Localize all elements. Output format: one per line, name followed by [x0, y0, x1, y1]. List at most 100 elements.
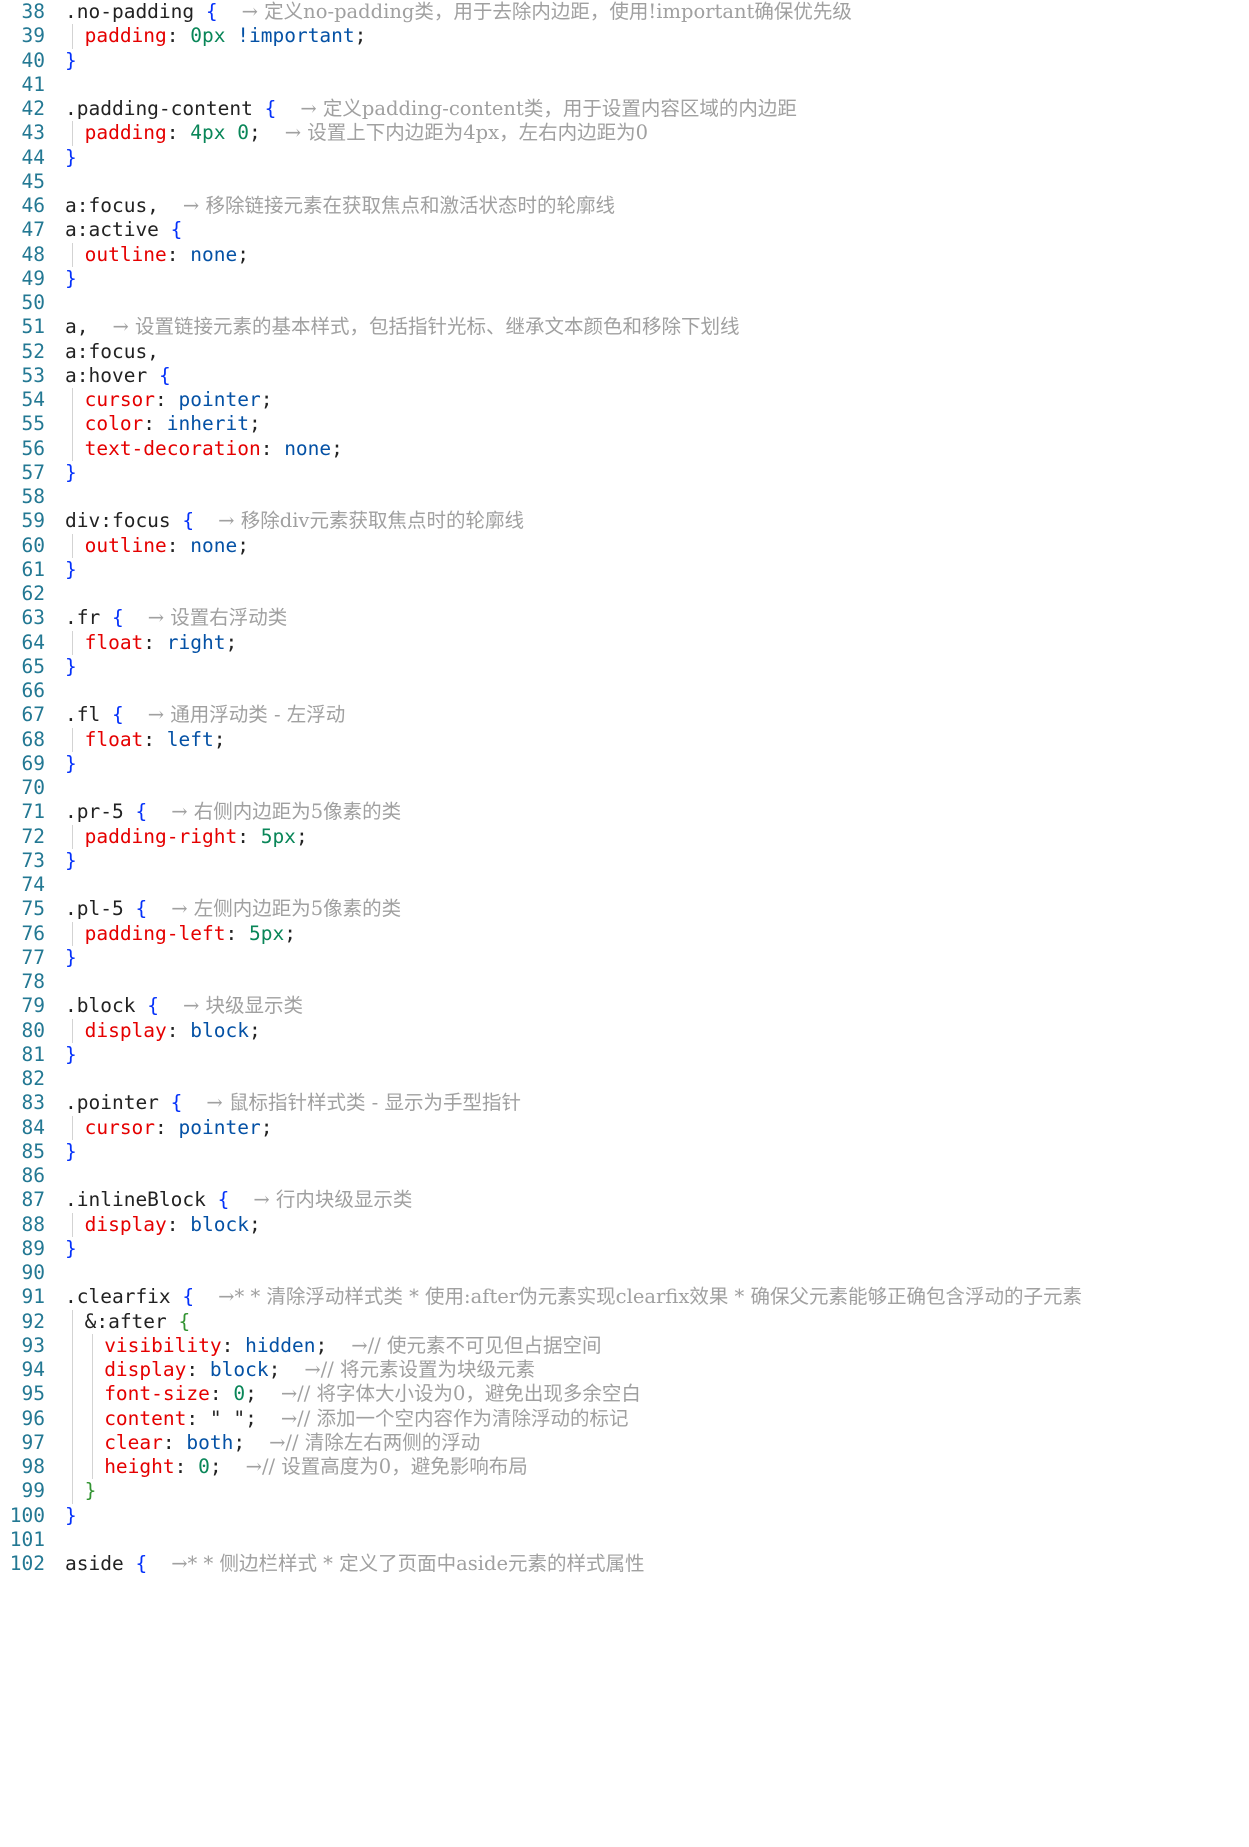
code-token: { — [170, 1091, 183, 1115]
code-line[interactable]: 60 outline: none; — [0, 534, 1249, 558]
code-token: ; — [295, 824, 308, 848]
code-text: outline: none; — [85, 534, 249, 558]
inline-comment: →// 将字体大小设为0，避免出现多余空白 — [280, 1382, 641, 1406]
code-line[interactable]: 98 height: 0; →// 设置高度为0，避免影响布局 — [0, 1455, 1249, 1479]
code-line[interactable]: 66 — [0, 679, 1249, 703]
code-line[interactable]: 79 .block {→ 块级显示类 — [0, 994, 1249, 1018]
code-line[interactable]: 97 clear: both; →// 清除左右两侧的浮动 — [0, 1431, 1249, 1455]
code-line[interactable]: 65} — [0, 655, 1249, 679]
code-line[interactable]: 63 .fr {→ 设置右浮动类 — [0, 606, 1249, 630]
code-line[interactable]: 78 — [0, 970, 1249, 994]
code-text: } — [65, 49, 77, 73]
code-line[interactable]: 42 .padding-content {→ 定义padding-content类… — [0, 97, 1249, 121]
code-line[interactable]: 71 .pr-5 {→ 右侧内边距为5像素的类 — [0, 800, 1249, 824]
code-line[interactable]: 81} — [0, 1043, 1249, 1067]
code-line[interactable]: 82 — [0, 1067, 1249, 1091]
code-line[interactable]: 69} — [0, 752, 1249, 776]
code-line[interactable]: 61} — [0, 558, 1249, 582]
code-line[interactable]: 77} — [0, 946, 1249, 970]
code-line[interactable]: 56 text-decoration: none; — [0, 437, 1249, 461]
code-token: ; — [315, 1333, 328, 1357]
indent-guide — [91, 1333, 93, 1480]
inline-comment: → 行内块级显示类 — [253, 1188, 413, 1212]
inline-comment: →// 清除左右两侧的浮动 — [269, 1430, 481, 1454]
code-line[interactable]: 100} — [0, 1504, 1249, 1528]
code-token: : — [166, 121, 191, 145]
code-editor[interactable]: 38 .no-padding {→ 定义no-padding类，用于去除内边距，使… — [0, 0, 1249, 1847]
code-token: : — [186, 1358, 210, 1381]
code-line[interactable]: 84 cursor: pointer; — [0, 1116, 1249, 1140]
code-line[interactable]: 49} — [0, 267, 1249, 291]
code-line[interactable]: 85} — [0, 1140, 1249, 1164]
code-line[interactable]: 89} — [0, 1237, 1249, 1261]
code-line[interactable]: 40} — [0, 49, 1249, 73]
code-line[interactable]: 101 — [0, 1528, 1249, 1552]
code-text: .padding-content {→ 定义padding-content类，用… — [65, 97, 797, 121]
code-token: } — [65, 848, 77, 872]
line-number: 81 — [21, 1042, 45, 1066]
code-token: !important — [237, 24, 355, 48]
code-line[interactable]: 74 — [0, 873, 1249, 897]
code-line[interactable]: 39 padding: 0px !important; — [0, 24, 1249, 48]
code-line[interactable]: 47 a:active { — [0, 218, 1249, 242]
code-line[interactable]: 46 a:focus, → 移除链接元素在获取焦点和激活状态时的轮廓线 — [0, 194, 1249, 218]
code-line[interactable]: 92 &:after { — [0, 1310, 1249, 1334]
line-number: 72 — [21, 824, 45, 848]
code-text: a:active { — [65, 218, 182, 242]
code-line[interactable]: 45 — [0, 170, 1249, 194]
code-line[interactable]: 88 display: block; — [0, 1213, 1249, 1237]
code-line[interactable]: 38 .no-padding {→ 定义no-padding类，用于去除内边距，使… — [0, 0, 1249, 24]
code-line[interactable]: 73} — [0, 849, 1249, 873]
code-line[interactable]: 72 padding-right: 5px; — [0, 825, 1249, 849]
code-token: { — [170, 218, 183, 242]
code-line[interactable]: 75 .pl-5 {→ 左侧内边距为5像素的类 — [0, 897, 1249, 921]
inline-comment: →* * 侧边栏样式 * 定义了页面中aside元素的样式属性 — [171, 1552, 645, 1575]
code-line[interactable]: 51 a, → 设置链接元素的基本样式，包括指针光标、继承文本颜色和移除下划线 — [0, 315, 1249, 339]
code-line[interactable]: 93 visibility: hidden; →// 使元素不可见但占据空间 — [0, 1334, 1249, 1358]
code-line[interactable]: 41 — [0, 73, 1249, 97]
code-line[interactable]: 70 — [0, 776, 1249, 800]
code-line[interactable]: 80 display: block; — [0, 1019, 1249, 1043]
code-token: } — [65, 1503, 77, 1527]
code-line[interactable]: 44} — [0, 146, 1249, 170]
code-line[interactable]: 48 outline: none; — [0, 243, 1249, 267]
code-line[interactable]: 54 cursor: pointer; — [0, 388, 1249, 412]
code-line[interactable]: 62 — [0, 582, 1249, 606]
code-line[interactable]: 87 .inlineBlock {→ 行内块级显示类 — [0, 1188, 1249, 1212]
code-line[interactable]: 102 aside {→* * 侧边栏样式 * 定义了页面中aside元素的样式属… — [0, 1552, 1249, 1576]
line-number: 100 — [9, 1503, 45, 1527]
code-token: .pointer — [65, 1091, 159, 1115]
code-line[interactable]: 90 — [0, 1261, 1249, 1285]
line-number: 52 — [21, 339, 45, 363]
code-line[interactable]: 99} — [0, 1479, 1249, 1503]
code-line[interactable]: 96 content: " "; →// 添加一个空内容作为清除浮动的标记 — [0, 1407, 1249, 1431]
code-token: ; — [331, 436, 343, 460]
code-line[interactable]: 53 a:hover { — [0, 364, 1249, 388]
line-number: 78 — [21, 970, 45, 993]
code-line[interactable]: 55 color: inherit; — [0, 412, 1249, 436]
code-line[interactable]: 58 — [0, 485, 1249, 509]
line-number: 102 — [9, 1552, 45, 1575]
code-token: { — [158, 363, 171, 387]
code-line[interactable]: 43 padding: 4px 0; → 设置上下内边距为4px，左右内边距为0 — [0, 121, 1249, 145]
inline-comment: →* * 清除浮动样式类 * 使用:after伪元素实现clearfix效果 *… — [218, 1285, 1082, 1309]
code-line[interactable]: 50 — [0, 291, 1249, 315]
code-line[interactable]: 76 padding-left: 5px; — [0, 922, 1249, 946]
code-line[interactable]: 83 .pointer {→ 鼠标指针样式类 - 显示为手型指针 — [0, 1091, 1249, 1115]
code-token: a:focus, — [65, 339, 159, 363]
code-token: : — [166, 1018, 191, 1042]
code-line[interactable]: 57} — [0, 461, 1249, 485]
code-line[interactable]: 59 div:focus {→ 移除div元素获取焦点时的轮廓线 — [0, 509, 1249, 533]
code-text: } — [65, 849, 77, 873]
code-line[interactable]: 52 a:focus, — [0, 340, 1249, 364]
code-line[interactable]: 95 font-size: 0; →// 将字体大小设为0，避免出现多余空白 — [0, 1382, 1249, 1406]
code-line[interactable]: 86 — [0, 1164, 1249, 1188]
code-line[interactable]: 91 .clearfix {→* * 清除浮动样式类 * 使用:after伪元素实… — [0, 1285, 1249, 1309]
code-token: none — [284, 436, 332, 460]
code-line[interactable]: 68 float: left; — [0, 728, 1249, 752]
code-line[interactable]: 67 .fl {→ 通用浮动类 - 左浮动 — [0, 703, 1249, 727]
code-line[interactable]: 64 float: right; — [0, 631, 1249, 655]
code-line[interactable]: 94 display: block; →// 将元素设置为块级元素 — [0, 1358, 1249, 1382]
